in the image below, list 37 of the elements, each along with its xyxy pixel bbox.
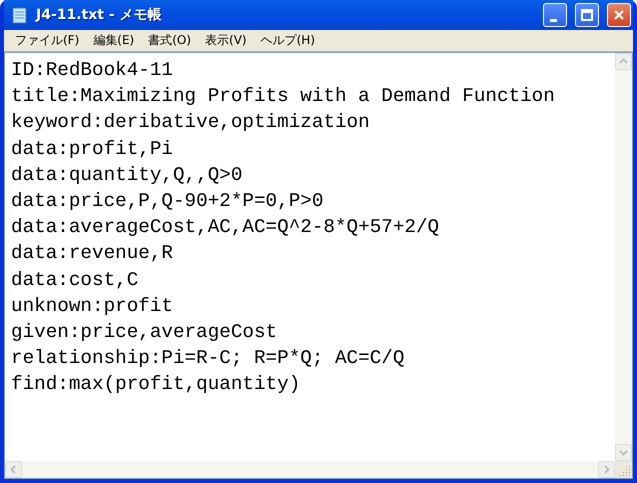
menu-item[interactable]: 編集(E)	[86, 32, 142, 49]
scroll-right-button[interactable]	[598, 461, 615, 478]
minimize-icon	[550, 18, 556, 22]
resize-grip-icon[interactable]	[615, 461, 632, 478]
text-line: data:quantity,Q,,Q>0	[11, 162, 242, 188]
text-line: data:cost,C	[11, 268, 138, 293]
maximize-icon	[581, 9, 593, 21]
scroll-down-button[interactable]	[615, 444, 632, 461]
notepad-icon	[12, 6, 28, 24]
text-line: relationship:Pi=R-C; R=P*Q; AC=C/Q	[11, 346, 404, 372]
text-line: data:revenue,R	[11, 241, 173, 266]
minimize-button[interactable]	[543, 3, 567, 27]
menu-item[interactable]: ヘルプ(H)	[254, 32, 322, 49]
text-line: ID:RedBook4-11	[11, 58, 173, 83]
text-line: unknown:profit	[11, 294, 173, 319]
scroll-up-button[interactable]	[615, 53, 632, 70]
text-line: keyword:deribative,optimization	[11, 110, 370, 136]
vertical-scrollbar[interactable]	[615, 53, 632, 461]
menu-item[interactable]: 書式(O)	[141, 32, 198, 49]
close-icon	[613, 9, 625, 21]
chevron-down-icon	[619, 448, 628, 457]
menu-item[interactable]: 表示(V)	[198, 32, 254, 49]
maximize-button[interactable]	[575, 3, 599, 27]
text-line: find:max(profit,quantity)	[11, 372, 300, 398]
menu-item[interactable]: ファイル(F)	[8, 32, 86, 49]
scroll-left-button[interactable]	[5, 461, 22, 478]
text-line: title:Maximizing Profits with a Demand Function	[11, 84, 555, 110]
text-line: given:price,averageCost	[11, 320, 278, 346]
text-line: data:averageCost,AC,AC=Q^2-8*Q+57+2/Q	[11, 215, 440, 240]
window-title: J4-11.txt - メモ帳	[36, 6, 163, 24]
chevron-right-icon	[602, 465, 611, 474]
chevron-up-icon	[619, 57, 628, 66]
horizontal-scrollbar[interactable]	[5, 461, 615, 478]
close-button[interactable]	[607, 3, 631, 27]
text-line: data:profit,Pi	[11, 136, 173, 162]
chevron-left-icon	[9, 465, 18, 474]
text-line: data:price,P,Q-90+2*P=0,P>0	[11, 189, 324, 214]
